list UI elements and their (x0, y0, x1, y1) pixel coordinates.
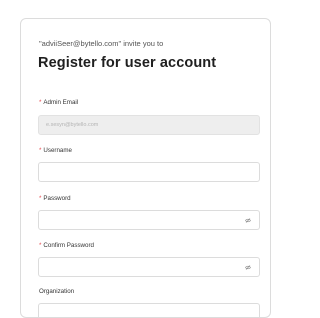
invite-text: "adviiSeer@bytello.com" invite you to (39, 39, 164, 48)
username-input[interactable] (38, 162, 260, 182)
required-mark: * (39, 195, 42, 202)
admin-email-label: * Admin Email (39, 99, 78, 106)
eye-off-icon[interactable] (245, 265, 251, 270)
organization-label-text: Organization (39, 288, 75, 295)
eye-off-icon[interactable] (245, 218, 251, 223)
admin-email-label-text: Admin Email (43, 99, 79, 106)
username-label-text: Username (43, 147, 72, 154)
organization-label: Organization (39, 288, 74, 295)
page-title: Register for user account (38, 55, 217, 71)
password-input[interactable] (38, 210, 260, 230)
password-label-text: Password (43, 195, 71, 202)
password-label: * Password (39, 195, 71, 202)
required-mark: * (39, 147, 42, 154)
confirm-password-label-text: Confirm Password (43, 242, 94, 249)
confirm-password-label: * Confirm Password (39, 242, 94, 249)
required-mark: * (39, 99, 42, 106)
confirm-password-input[interactable] (38, 257, 260, 277)
register-card: "adviiSeer@bytello.com" invite you to Re… (20, 18, 271, 318)
required-mark: * (39, 242, 42, 249)
admin-email-value: e.sesyn@bytello.com (46, 122, 99, 128)
username-label: * Username (39, 147, 72, 154)
organization-input[interactable] (38, 303, 260, 317)
admin-email-field: e.sesyn@bytello.com (38, 115, 260, 135)
